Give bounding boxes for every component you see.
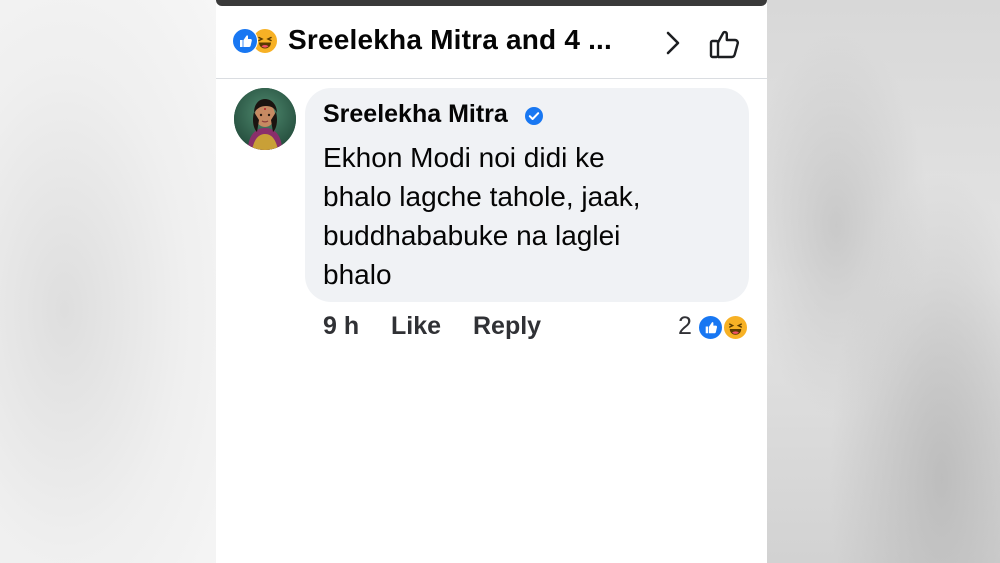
reply-button[interactable]: Reply xyxy=(473,312,541,341)
comment-text-line: Ekhon Modi noi didi ke xyxy=(323,142,605,173)
verified-badge-icon xyxy=(524,106,544,126)
comment-text: Ekhon Modi noi didi ke bhalo lagche taho… xyxy=(323,138,723,294)
header-reaction-icons xyxy=(232,28,284,54)
like-button[interactable]: Like xyxy=(391,312,441,341)
reactions-header[interactable]: Sreelekha Mitra and 4 ... xyxy=(216,6,767,79)
blurred-background-left xyxy=(0,0,216,563)
like-reaction-icon xyxy=(698,315,723,340)
comment-bubble: Sreelekha Mitra Ekhon Modi noi didi ke b… xyxy=(305,88,749,302)
comment-timestamp[interactable]: 9 h xyxy=(323,312,359,341)
screenshot-stage: Sreelekha Mitra and 4 ... Sreelekha Mitr… xyxy=(0,0,1000,563)
thumbs-up-outline-icon[interactable] xyxy=(708,26,744,62)
like-reaction-icon xyxy=(232,28,258,54)
phone-screen: Sreelekha Mitra and 4 ... Sreelekha Mitr… xyxy=(216,0,767,563)
reaction-count: 2 xyxy=(678,312,692,340)
comment-text-line: bhalo xyxy=(323,259,392,290)
chevron-right-icon[interactable] xyxy=(662,28,684,58)
comment-text-line: bhalo lagche tahole, jaak, xyxy=(323,181,641,212)
comment-text-line: buddhababuke na laglei xyxy=(323,220,621,251)
comment-author[interactable]: Sreelekha Mitra xyxy=(323,100,508,129)
haha-reaction-icon xyxy=(723,315,748,340)
avatar[interactable] xyxy=(234,88,296,150)
blurred-background-right xyxy=(766,0,1000,563)
header-title[interactable]: Sreelekha Mitra and 4 ... xyxy=(288,24,612,56)
